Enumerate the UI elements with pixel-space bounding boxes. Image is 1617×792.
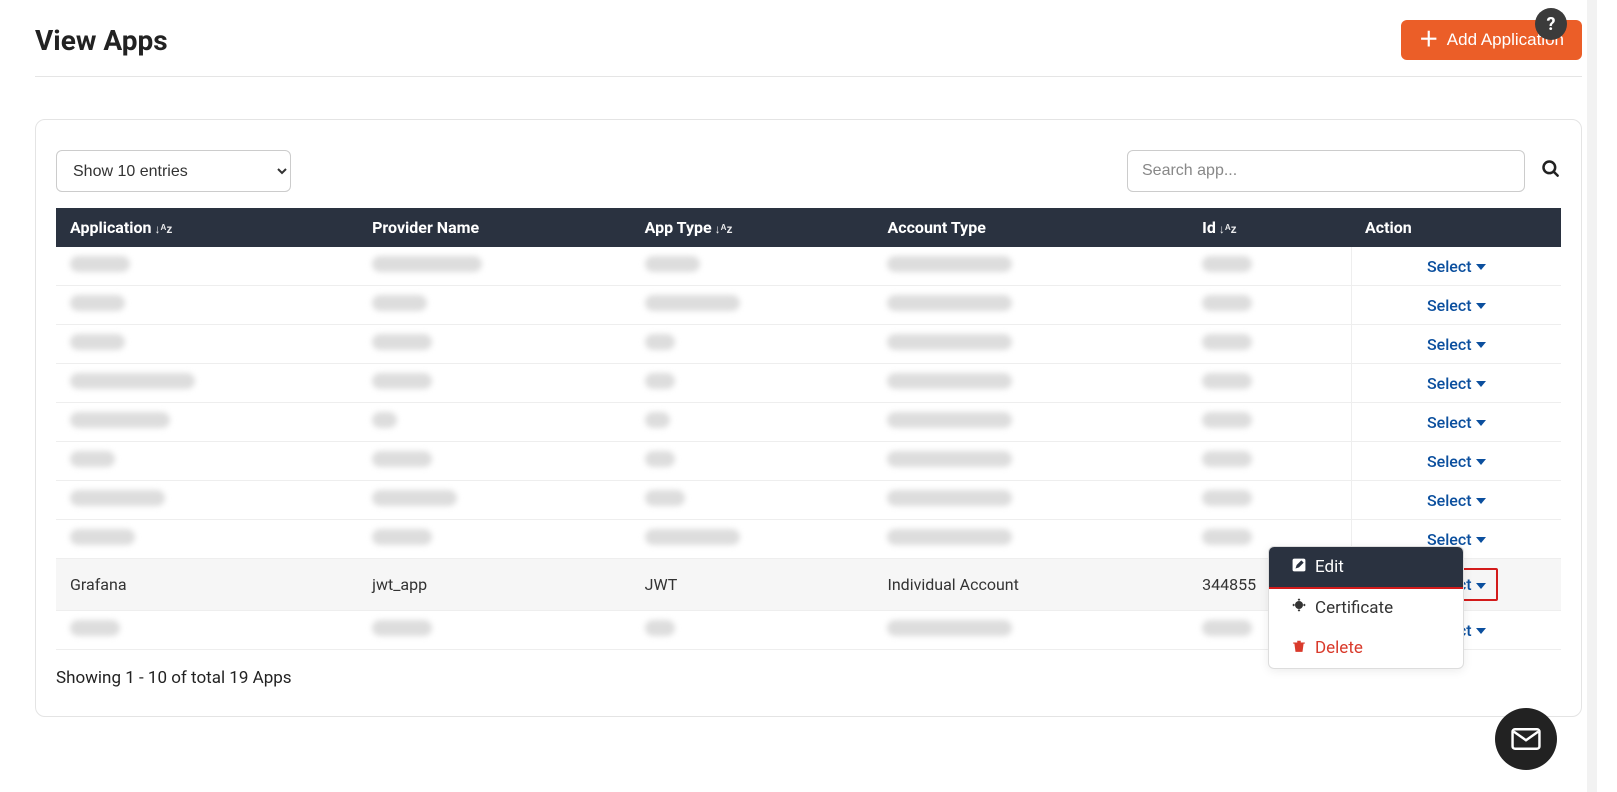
page-title: View Apps bbox=[35, 24, 168, 57]
scrollbar-track[interactable] bbox=[1587, 0, 1597, 792]
table-row: Select bbox=[56, 325, 1561, 364]
help-button[interactable]: ? bbox=[1535, 8, 1567, 40]
plus-icon: ＋ bbox=[1419, 30, 1439, 50]
search-input[interactable] bbox=[1127, 150, 1525, 192]
sort-icon: ↓ᴬᴢ bbox=[155, 222, 173, 236]
select-action[interactable]: Select bbox=[1427, 452, 1486, 471]
caret-down-icon bbox=[1476, 628, 1486, 634]
select-action[interactable]: Select bbox=[1427, 491, 1486, 510]
caret-down-icon bbox=[1476, 459, 1486, 465]
menu-delete[interactable]: Delete bbox=[1269, 628, 1463, 668]
select-action[interactable]: Select bbox=[1427, 374, 1486, 393]
caret-down-icon bbox=[1476, 303, 1486, 309]
menu-delete-label: Delete bbox=[1315, 638, 1363, 658]
menu-certificate-label: Certificate bbox=[1315, 598, 1393, 618]
cell-account_type: Individual Account bbox=[873, 559, 1188, 611]
table-row: Select bbox=[56, 403, 1561, 442]
action-dropdown: Edit Certificate Delete bbox=[1268, 546, 1464, 669]
col-provider[interactable]: Provider Name bbox=[358, 208, 631, 247]
sort-icon: ↓ᴬᴢ bbox=[1219, 222, 1237, 236]
table-row: Select bbox=[56, 286, 1561, 325]
caret-down-icon bbox=[1476, 498, 1486, 504]
search-icon[interactable] bbox=[1541, 159, 1561, 184]
pencil-icon bbox=[1291, 557, 1307, 577]
menu-certificate[interactable]: Certificate bbox=[1269, 587, 1463, 628]
cell-app_type: JWT bbox=[631, 559, 874, 611]
caret-down-icon bbox=[1476, 342, 1486, 348]
col-account-type[interactable]: Account Type bbox=[873, 208, 1188, 247]
cell-application: Grafana bbox=[56, 559, 358, 611]
table-row: Select bbox=[56, 364, 1561, 403]
select-action[interactable]: Select bbox=[1427, 296, 1486, 315]
col-application[interactable]: Application↓ᴬᴢ bbox=[56, 208, 358, 247]
select-action[interactable]: Select bbox=[1427, 413, 1486, 432]
cell-provider: jwt_app bbox=[358, 559, 631, 611]
caret-down-icon bbox=[1476, 537, 1486, 543]
col-action: Action bbox=[1351, 208, 1561, 247]
table-row: Select bbox=[56, 247, 1561, 286]
certificate-icon bbox=[1291, 597, 1307, 618]
table-row: Select bbox=[56, 442, 1561, 481]
menu-edit-label: Edit bbox=[1315, 557, 1344, 577]
mail-fab[interactable] bbox=[1495, 708, 1557, 770]
col-app-type[interactable]: App Type↓ᴬᴢ bbox=[631, 208, 874, 247]
sort-icon: ↓ᴬᴢ bbox=[715, 222, 733, 236]
select-action[interactable]: Select bbox=[1427, 257, 1486, 276]
caret-down-icon bbox=[1476, 264, 1486, 270]
caret-down-icon bbox=[1476, 381, 1486, 387]
entries-select[interactable]: Show 10 entries bbox=[56, 150, 291, 192]
page-header: View Apps ＋ Add Application bbox=[35, 20, 1582, 77]
select-action[interactable]: Select bbox=[1427, 335, 1486, 354]
caret-down-icon bbox=[1476, 420, 1486, 426]
table-row: Select bbox=[56, 481, 1561, 520]
col-id[interactable]: Id↓ᴬᴢ bbox=[1188, 208, 1351, 247]
caret-down-icon bbox=[1476, 583, 1486, 589]
trash-icon bbox=[1291, 638, 1307, 658]
menu-edit[interactable]: Edit bbox=[1269, 547, 1463, 587]
